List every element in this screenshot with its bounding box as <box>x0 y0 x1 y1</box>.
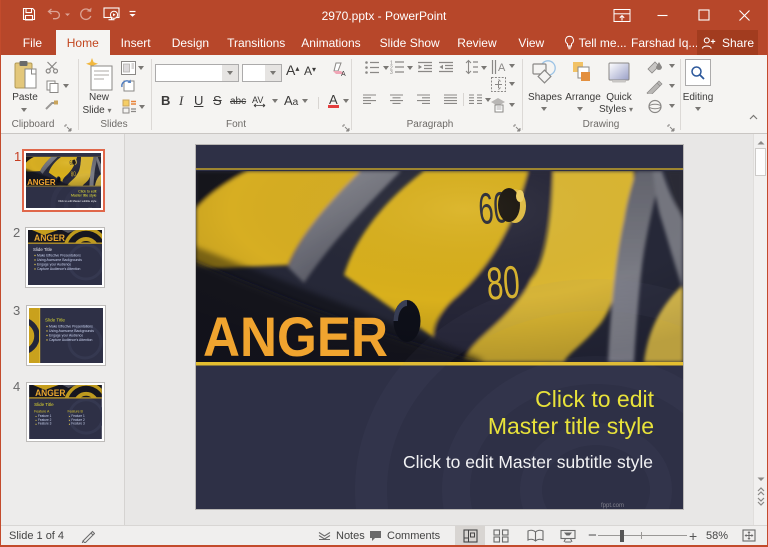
svg-text:Click to edit Master subtitle: Click to edit Master subtitle style <box>403 452 653 472</box>
svg-text:Click to edit: Click to edit <box>535 386 654 412</box>
svg-text:Feature B: Feature B <box>67 409 83 413</box>
svg-text:Engage your Audience: Engage your Audience <box>37 263 71 267</box>
svg-text:3: 3 <box>390 70 393 74</box>
svg-text:Slide Title: Slide Title <box>33 247 53 252</box>
svg-text:fppt.com: fppt.com <box>601 503 624 509</box>
svg-text:Slide Title: Slide Title <box>45 318 65 323</box>
svg-text:Make Effective Presentations: Make Effective Presentations <box>37 254 81 258</box>
svg-text:Engage your Audience: Engage your Audience <box>49 334 83 338</box>
svg-text:Capture Audience's Attention: Capture Audience's Attention <box>37 267 81 271</box>
svg-text:Capture Audience's Attention: Capture Audience's Attention <box>49 338 93 342</box>
svg-text:AV: AV <box>252 95 263 105</box>
svg-text:ANGER: ANGER <box>203 305 388 368</box>
svg-text:Feature 3: Feature 3 <box>38 422 52 426</box>
svg-text:A: A <box>341 71 346 77</box>
svg-text:A: A <box>498 62 506 74</box>
svg-text:Feature A: Feature A <box>34 409 50 413</box>
svg-text:Master title style: Master title style <box>488 413 654 439</box>
svg-text:Make Effective Presentations: Make Effective Presentations <box>49 325 93 329</box>
svg-text:Using Awesome Backgrounds: Using Awesome Backgrounds <box>49 329 94 333</box>
svg-text:Slide Title: Slide Title <box>34 402 54 407</box>
svg-text:Using Awesome Backgrounds: Using Awesome Backgrounds <box>37 258 82 262</box>
svg-text:Feature 3: Feature 3 <box>71 422 85 426</box>
